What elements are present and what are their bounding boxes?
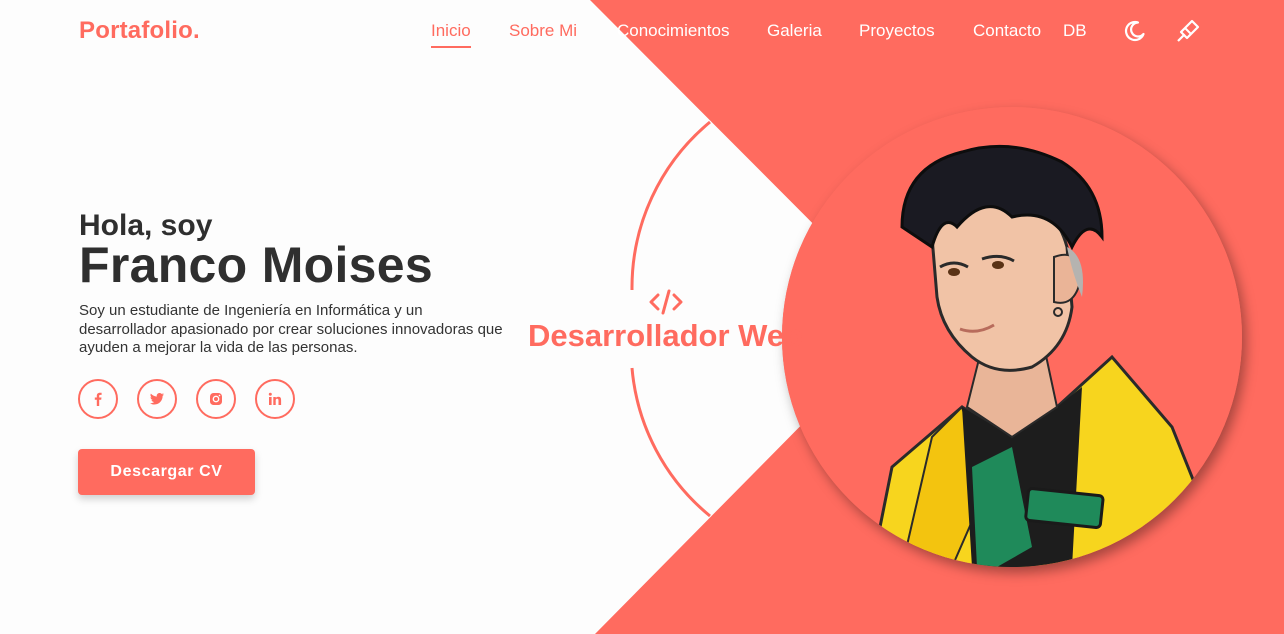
hero-intro: Hola, soy Franco Moises Soy un estudiant…: [79, 208, 509, 358]
instagram-link[interactable]: [196, 379, 236, 419]
linkedin-link[interactable]: [255, 379, 295, 419]
portrait-image: [782, 107, 1242, 567]
code-icon: [649, 289, 682, 315]
paint-brush-icon[interactable]: [1175, 18, 1201, 44]
facebook-link[interactable]: [78, 379, 118, 419]
nav-link-inicio[interactable]: Inicio: [431, 21, 471, 48]
linkedin-icon: [268, 392, 282, 405]
top-navbar: Portafolio. Inicio Sobre Mi Conocimiento…: [0, 0, 1284, 62]
nav-link-proyectos[interactable]: Proyectos: [859, 21, 935, 41]
logo[interactable]: Portafolio.: [79, 17, 200, 45]
role-title: Desarrollador Web: [527, 318, 804, 353]
moon-icon[interactable]: [1122, 18, 1148, 44]
nav-link-galeria[interactable]: Galeria: [767, 21, 822, 41]
role-block: Desarrollador Web: [518, 288, 813, 354]
download-cv-button[interactable]: Descargar CV: [78, 449, 255, 495]
facebook-icon: [94, 392, 102, 406]
nav-link-conocimientos[interactable]: Conocimientos: [617, 21, 729, 41]
twitter-link[interactable]: [137, 379, 177, 419]
hero-name: Franco Moises: [79, 237, 433, 293]
hero-description: Soy un estudiante de Ingeniería en Infor…: [79, 302, 503, 356]
instagram-icon: [210, 393, 222, 405]
twitter-icon: [150, 393, 164, 405]
nav-link-contacto[interactable]: Contacto: [973, 21, 1041, 41]
nav-link-db[interactable]: DB: [1063, 21, 1087, 41]
social-links: [78, 379, 295, 419]
nav-link-sobre-mi[interactable]: Sobre Mi: [509, 21, 577, 41]
